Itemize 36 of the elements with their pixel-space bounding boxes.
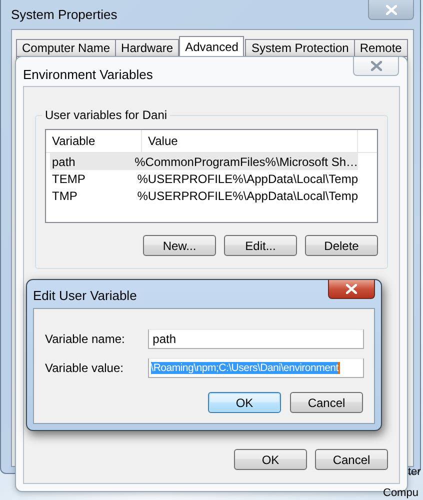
dialog-button[interactable]: OK xyxy=(208,392,281,413)
group-title: User variables for Dani xyxy=(42,108,170,122)
dialog-title: Environment Variables xyxy=(23,66,153,84)
dialog-button[interactable]: Cancel xyxy=(315,449,388,470)
variable-cell-text: TEMP xyxy=(51,172,86,186)
tab[interactable]: Hardware xyxy=(115,39,180,56)
list-row[interactable]: path %CommonProgramFiles%\Microsoft Sh… xyxy=(50,153,358,170)
list-row[interactable]: TMP %USERPROFILE%\AppData\Local\Temp xyxy=(50,187,358,204)
field-label: Variable name: xyxy=(45,332,126,346)
tab[interactable]: Advanced xyxy=(179,36,244,56)
close-icon xyxy=(386,4,396,14)
list-row[interactable]: TEMP %USERPROFILE%\AppData\Local\Temp xyxy=(50,170,358,187)
close-icon xyxy=(370,61,382,71)
tab[interactable]: Remote xyxy=(354,39,408,56)
close-icon xyxy=(346,284,357,294)
dialog-button[interactable]: Cancel xyxy=(290,392,363,413)
value-cell-text: %USERPROFILE%\AppData\Local\Temp xyxy=(136,188,358,202)
list-action-button[interactable]: New... xyxy=(143,235,216,256)
input-field[interactable]: path xyxy=(148,329,364,349)
value-cell-text: %USERPROFILE%\AppData\Local\Temp xyxy=(136,172,358,186)
close-button[interactable] xyxy=(328,280,375,299)
list-action-button[interactable]: Edit... xyxy=(224,235,297,256)
background-text: ter xyxy=(408,466,421,478)
dialog-title: Edit User Variable xyxy=(33,287,137,305)
column-header[interactable]: Variable xyxy=(46,130,142,152)
variable-cell-text: path xyxy=(51,154,76,168)
column-header[interactable]: Value xyxy=(142,130,358,152)
tab[interactable]: System Protection xyxy=(245,39,355,56)
list-action-button[interactable]: Delete xyxy=(305,235,378,256)
background-text: Compu xyxy=(383,487,418,499)
dialog-button[interactable]: OK xyxy=(234,449,307,470)
value-cell-text: %CommonProgramFiles%\Microsoft Sh… xyxy=(134,154,358,168)
tab[interactable]: Computer Name xyxy=(16,39,116,56)
field-label: Variable value: xyxy=(45,361,124,375)
window-title: System Properties xyxy=(11,6,118,22)
variable-cell-text: TMP xyxy=(51,188,78,202)
